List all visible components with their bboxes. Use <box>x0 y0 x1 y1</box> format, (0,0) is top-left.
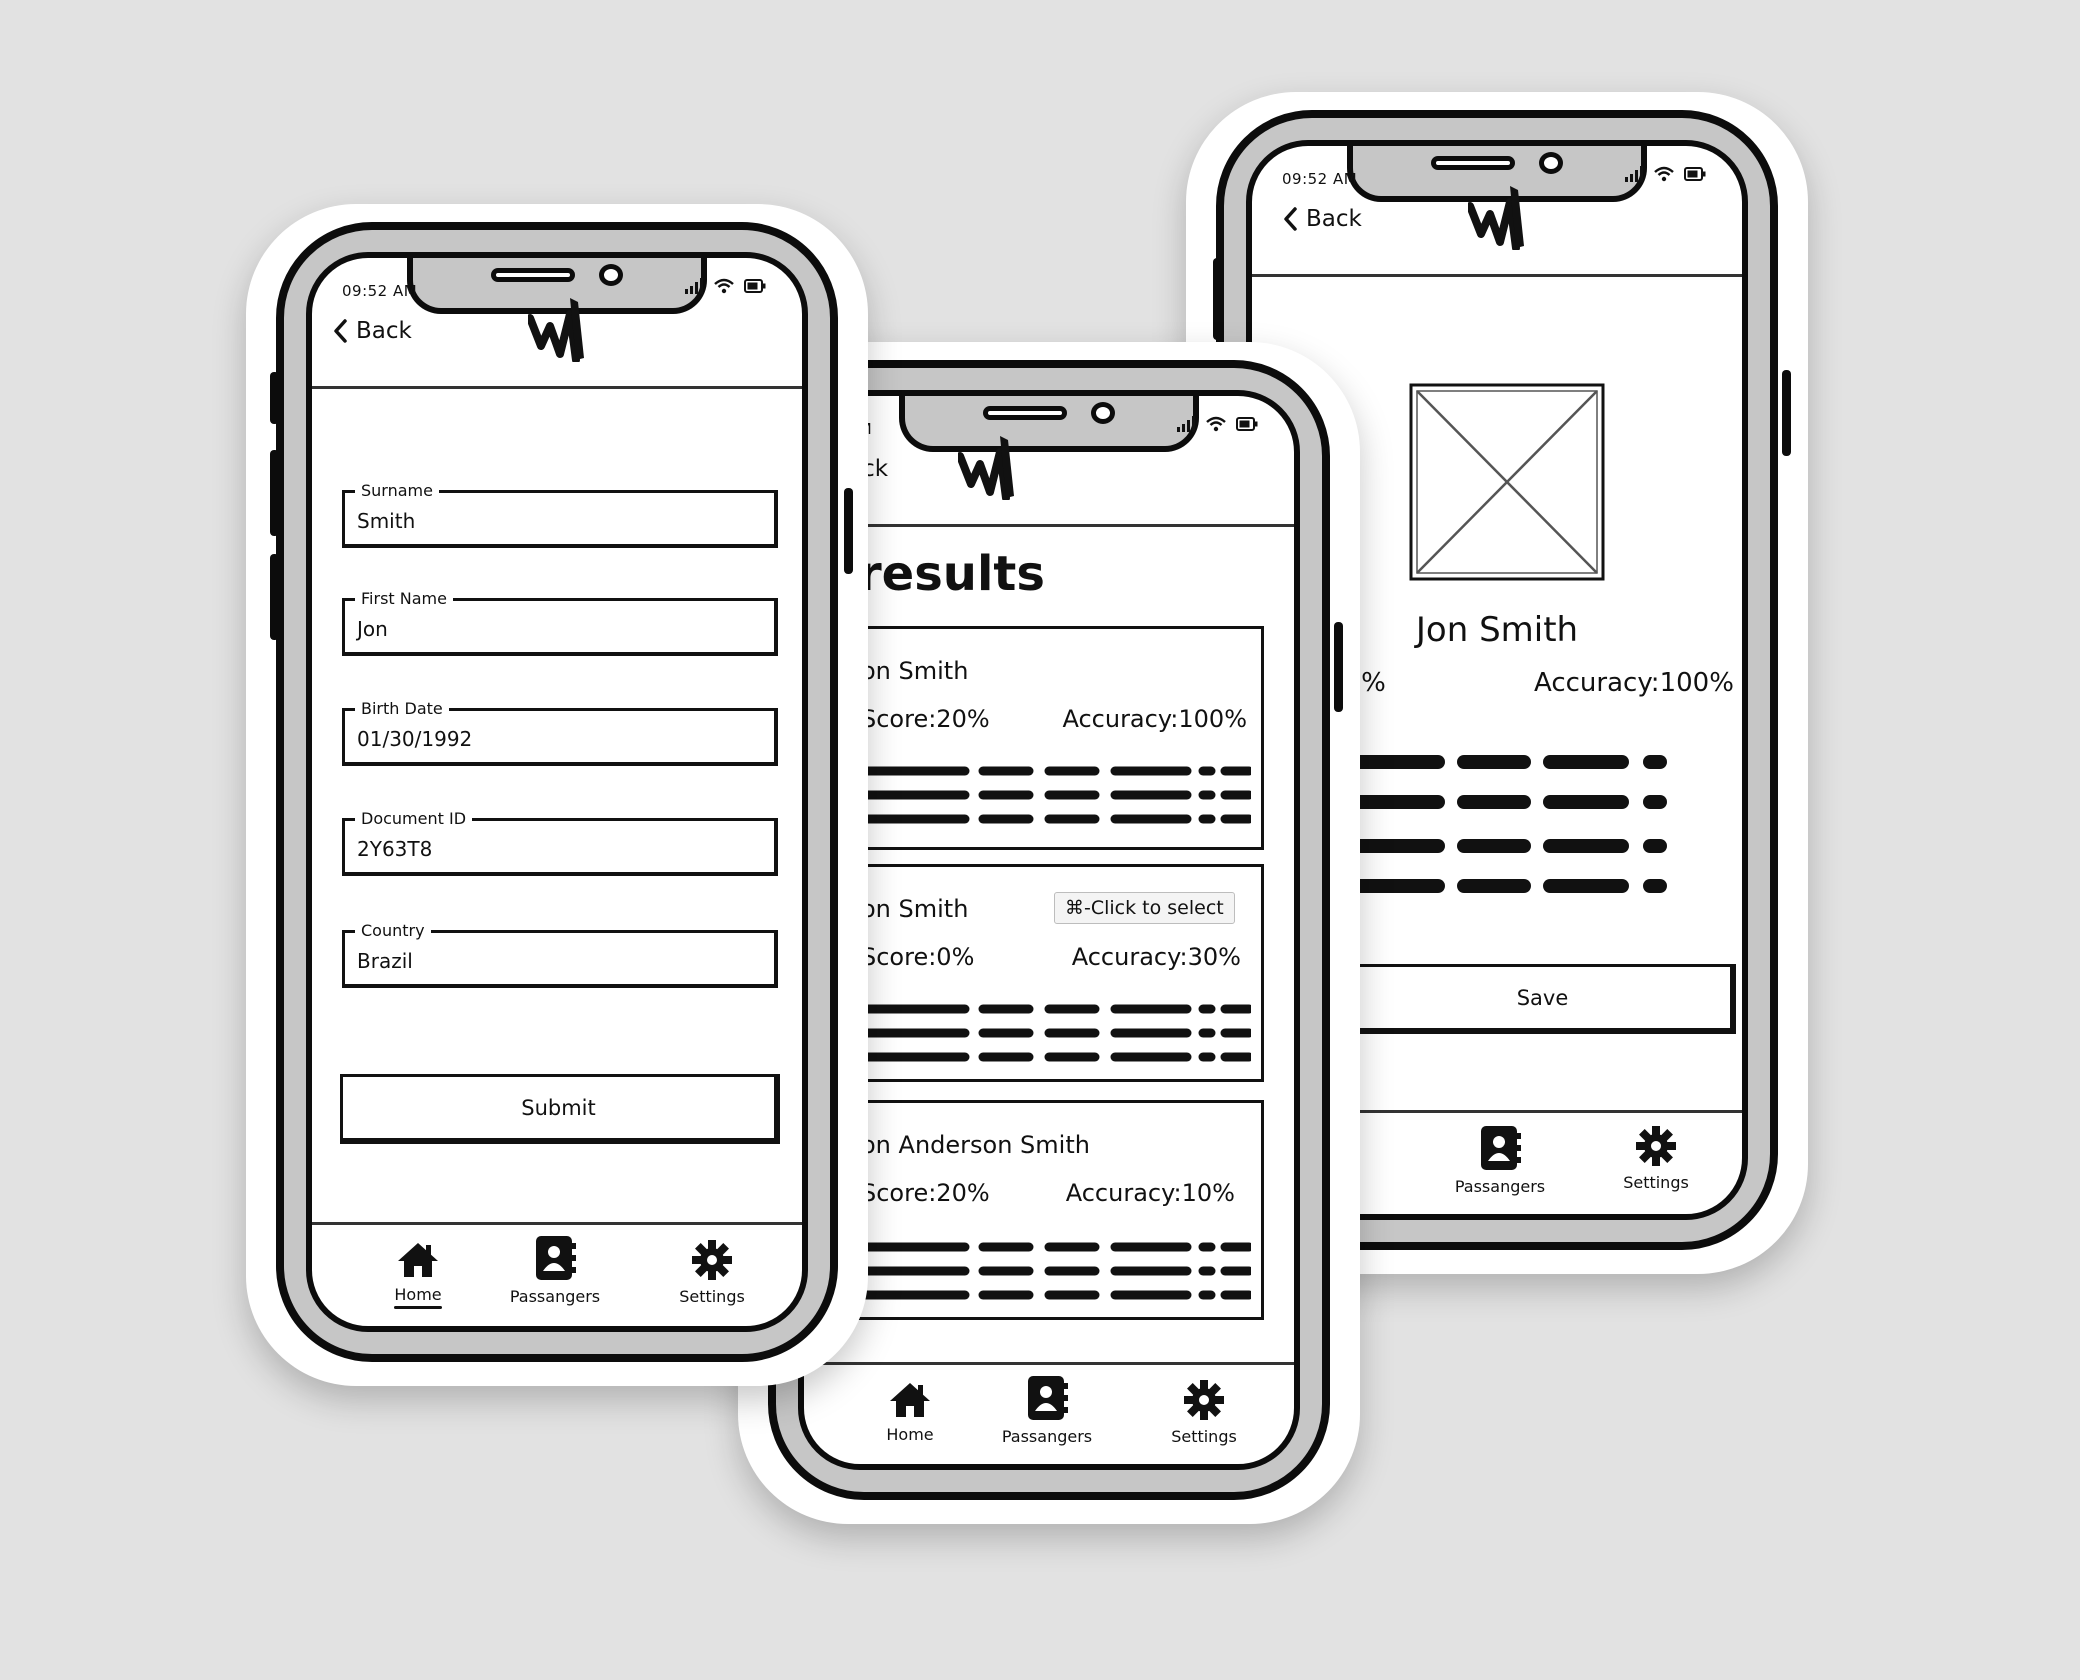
result-accuracy: Accuracy:100% <box>1062 705 1247 733</box>
brand-w-logo <box>528 298 584 362</box>
contact-book-icon <box>536 1236 576 1280</box>
tab-home[interactable]: Home <box>368 1241 468 1309</box>
birth-date-field[interactable]: Birth Date 01/30/1992 <box>342 699 778 766</box>
accuracy-value: Accuracy:100% <box>1534 668 1734 698</box>
tab-settings[interactable]: Settings <box>1144 1379 1264 1446</box>
field-label: Country <box>355 921 431 941</box>
result-name: on Smith <box>861 657 969 685</box>
tab-label: Settings <box>679 1287 745 1306</box>
tab-label: Passangers <box>1454 1177 1546 1196</box>
back-label: Back <box>1306 206 1362 232</box>
result-accuracy: Accuracy:30% <box>1071 943 1241 971</box>
tab-passengers[interactable]: Passangers <box>1436 1125 1564 1196</box>
result-card-3[interactable]: on Anderson Smith Score:20% Accuracy:10% <box>834 1100 1264 1320</box>
select-tooltip: ⌘-Click to select <box>1054 892 1235 924</box>
chevron-left-icon <box>334 319 347 343</box>
brand-w-logo <box>1468 186 1524 250</box>
result-score: Score:20% <box>861 1179 990 1207</box>
tab-label: Settings <box>1171 1427 1237 1446</box>
field-label: Birth Date <box>355 699 449 719</box>
submit-button[interactable]: Submit <box>340 1074 780 1144</box>
first-name-field[interactable]: First Name Jon <box>342 589 778 656</box>
side-button <box>844 488 853 574</box>
side-button <box>1334 622 1343 712</box>
home-icon <box>890 1383 930 1417</box>
redacted-text <box>859 766 1251 824</box>
chevron-left-icon <box>1284 207 1297 231</box>
tab-label: Home <box>394 1285 442 1304</box>
header-bar: Back <box>312 258 802 389</box>
phone-form-sticker: 09:52 AM Back Surname Smith First Name J… <box>246 204 868 1386</box>
back-label: Back <box>356 318 412 344</box>
back-button[interactable]: Back <box>332 318 412 344</box>
tab-settings[interactable]: Settings <box>1596 1125 1716 1192</box>
tab-label: Passangers <box>509 1287 601 1306</box>
phone-body: 09:52 AM Back Surname Smith First Name J… <box>276 222 838 1362</box>
tab-passengers[interactable]: Passangers <box>490 1235 620 1306</box>
result-name: on Anderson Smith <box>861 1131 1090 1159</box>
result-name: on Smith <box>861 895 969 923</box>
tab-home[interactable]: Home <box>860 1381 960 1444</box>
side-button <box>1782 370 1791 456</box>
field-value: Jon <box>357 617 388 641</box>
tab-label: Passangers <box>1001 1427 1093 1446</box>
country-field[interactable]: Country Brazil <box>342 921 778 988</box>
field-label: First Name <box>355 589 453 609</box>
field-label: Surname <box>355 481 439 501</box>
result-score: Score:20% <box>861 705 990 733</box>
tab-label: Settings <box>1623 1173 1689 1192</box>
document-id-field[interactable]: Document ID 2Y63T8 <box>342 809 778 876</box>
tab-passengers[interactable]: Passangers <box>982 1375 1112 1446</box>
result-accuracy: Accuracy:10% <box>1065 1179 1235 1207</box>
active-tab-indicator <box>394 1306 442 1309</box>
redacted-text <box>859 1242 1251 1300</box>
page-title: results <box>858 546 1045 602</box>
gear-icon <box>692 1240 732 1280</box>
field-value: Smith <box>357 509 416 533</box>
field-value: Brazil <box>357 949 413 973</box>
contact-book-icon <box>1481 1126 1521 1170</box>
gear-icon <box>1636 1126 1676 1166</box>
surname-field[interactable]: Surname Smith <box>342 481 778 548</box>
redacted-text <box>1328 755 1667 893</box>
field-label: Document ID <box>355 809 473 829</box>
phone-screen: AM ack results on Smith Score:20% Accur <box>798 390 1300 1470</box>
phone-screen: 09:52 AM Back Surname Smith First Name J… <box>306 252 808 1332</box>
tab-bar: Home Passangers Settings <box>312 1222 802 1326</box>
result-score: Score:0% <box>861 943 975 971</box>
image-placeholder-icon <box>1409 383 1605 581</box>
tab-bar: Home Passangers Settings <box>804 1362 1294 1464</box>
home-icon <box>398 1243 438 1277</box>
tab-label: Home <box>886 1425 934 1444</box>
field-value: 2Y63T8 <box>357 837 433 861</box>
result-card-1[interactable]: on Smith Score:20% Accuracy:100% <box>834 626 1264 850</box>
redacted-text <box>859 1004 1251 1062</box>
field-value: 01/30/1992 <box>357 727 473 751</box>
back-button[interactable]: Back <box>1282 206 1362 232</box>
save-button[interactable]: Save <box>1352 964 1736 1034</box>
brand-w-logo <box>958 436 1014 500</box>
gear-icon <box>1184 1380 1224 1420</box>
contact-book-icon <box>1028 1376 1068 1420</box>
header-bar: Back <box>1252 146 1742 277</box>
tab-settings[interactable]: Settings <box>652 1239 772 1306</box>
header-bar: ack <box>804 396 1294 527</box>
